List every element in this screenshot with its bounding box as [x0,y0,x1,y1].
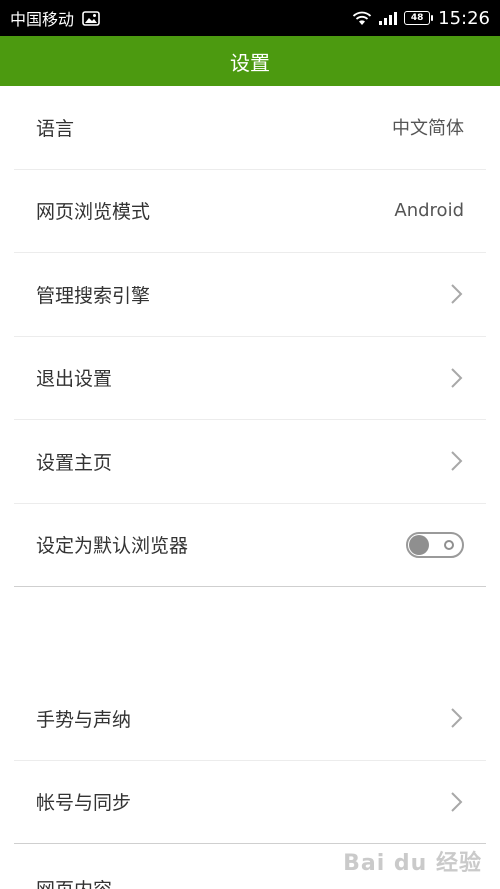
battery-icon: 48 [404,11,434,25]
chevron-right-icon [450,707,464,729]
setting-label: 手势与声纳 [36,708,132,731]
setting-language[interactable]: 语言 中文简体 [14,86,486,170]
setting-label: 设置主页 [36,451,113,474]
toggle-knob [409,534,429,555]
chevron-right-icon [450,791,464,813]
image-notification-icon [82,10,100,26]
setting-default-browser[interactable]: 设定为默认浏览器 [14,504,486,587]
title-bar: 设置 [0,36,500,86]
carrier-name: 中国移动 [10,10,75,29]
setting-value: 中文简体 [392,118,464,140]
chevron-right-icon [450,283,464,305]
setting-label: 网页浏览模式 [36,201,151,224]
chevron-right-icon [450,450,464,472]
setting-value: Android [394,200,464,222]
setting-label: 设定为默认浏览器 [36,535,189,558]
setting-exit[interactable]: 退出设置 [14,337,486,420]
status-bar: 中国移动 48 15:26 [0,0,500,36]
setting-account-sync[interactable]: 帐号与同步 [14,761,486,844]
settings-list: 语言 中文简体 网页浏览模式 Android 管理搜索引擎 退出设置 设置主页 … [0,86,500,844]
status-right: 48 15:26 [352,8,490,29]
setting-web-content[interactable]: 网页内容 [14,875,486,889]
signal-icon [378,11,398,26]
setting-label: 退出设置 [36,368,113,391]
battery-level: 48 [410,13,424,23]
wifi-icon [352,11,372,26]
chevron-right-icon [450,367,464,389]
setting-browse-mode[interactable]: 网页浏览模式 Android [14,170,486,253]
setting-homepage[interactable]: 设置主页 [14,420,486,504]
setting-gestures-sonar[interactable]: 手势与声纳 [14,677,486,761]
toggle-off-indicator-icon [444,539,454,550]
setting-manage-search-engines[interactable]: 管理搜索引擎 [14,253,486,337]
page-title: 设置 [230,50,270,75]
default-browser-toggle[interactable] [406,531,464,558]
setting-label: 网页内容 [36,879,112,889]
status-left: 中国移动 [10,6,100,30]
setting-label: 管理搜索引擎 [36,284,151,307]
setting-label: 语言 [36,117,75,140]
watermark: Bai du 经验 [343,851,482,876]
setting-label: 帐号与同步 [36,792,132,815]
clock: 15:26 [438,7,490,29]
